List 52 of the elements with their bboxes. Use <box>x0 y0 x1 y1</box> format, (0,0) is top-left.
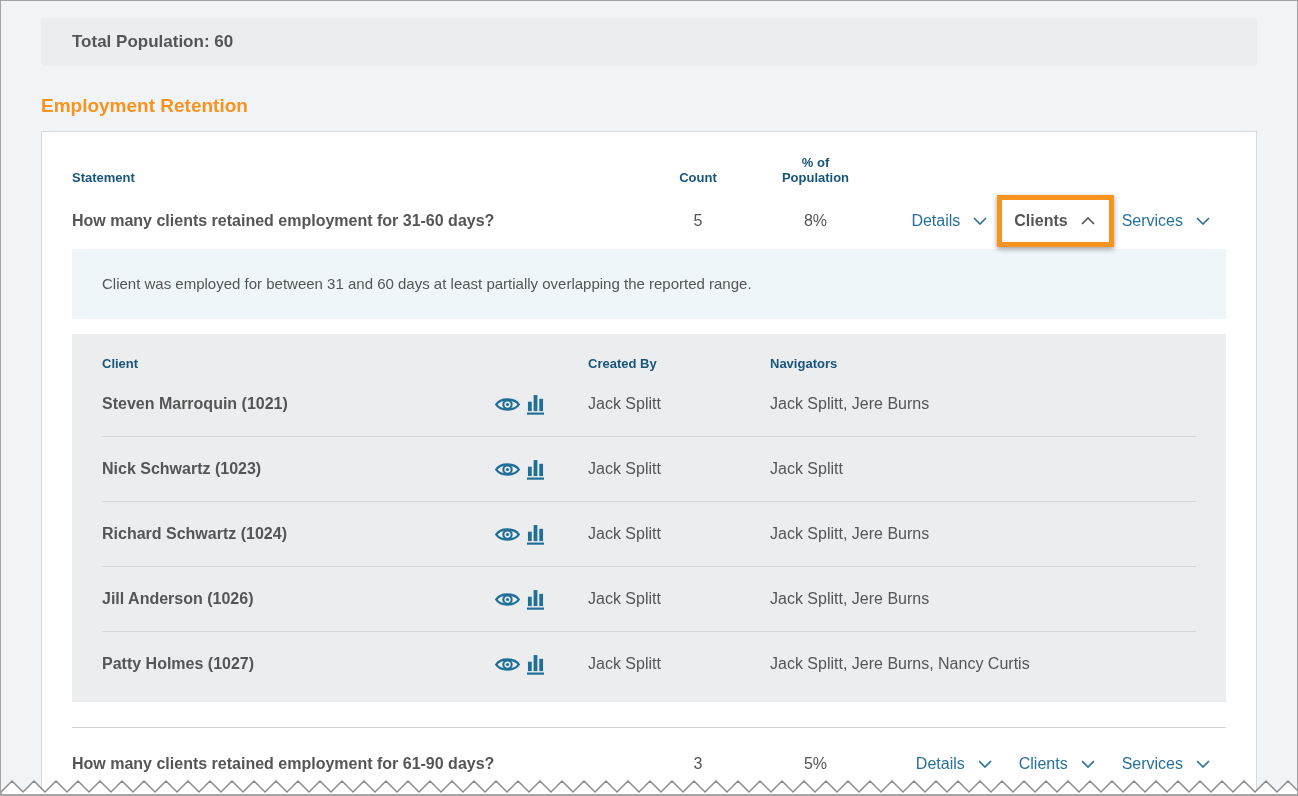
count-value: 3 <box>693 754 703 774</box>
chevron-up-icon <box>1080 217 1095 225</box>
creator-name: Jack Splitt <box>588 524 661 544</box>
navigator-names: Jack Splitt, Jere Burns <box>770 589 930 609</box>
percent-value: 8% <box>803 211 828 231</box>
column-header: Client <box>102 356 139 372</box>
chevron-down-icon <box>977 760 992 768</box>
creator-name: Jack Splitt <box>588 394 661 414</box>
navigator-names: Jack Splitt, Jere Burns <box>770 394 930 414</box>
eye-icon[interactable] <box>495 655 520 673</box>
statement-text: How many clients retained employment for 31-60 days? <box>72 211 496 231</box>
bar-chart-icon[interactable] <box>527 588 544 610</box>
client-name: Jill Anderson (1026) <box>102 589 254 609</box>
navigator-names: Jack Splitt, Jere Burns, Nancy Curtis <box>770 654 1030 674</box>
eye-icon[interactable] <box>495 395 520 413</box>
client-name: Richard Schwartz (1024) <box>102 524 287 544</box>
column-header: Count <box>679 170 717 185</box>
toggle-button[interactable]: Services <box>1121 211 1210 231</box>
eye-icon[interactable] <box>495 525 520 543</box>
percent-value: 5% <box>803 754 828 774</box>
column-header: Statement <box>72 170 135 185</box>
client-name: Patty Holmes (1027) <box>102 654 255 674</box>
eye-icon[interactable] <box>495 460 520 478</box>
statement-text: How many clients retained employment for 61-90 days? <box>72 754 496 774</box>
column-header: % of Population <box>780 155 851 185</box>
total-population-label: Total Population: 60 <box>72 31 234 54</box>
navigator-names: Jack Splitt, Jere Burns <box>770 524 930 544</box>
toggle-button[interactable]: Services <box>1121 754 1210 774</box>
creator-name: Jack Splitt <box>588 589 661 609</box>
navigator-names: Jack Splitt <box>770 459 843 479</box>
toggle-button[interactable]: Clients <box>997 195 1114 247</box>
description-text: Client was employed for between 31 and 60 days at least partially overlapping the reported range. <box>102 273 752 294</box>
creator-name: Jack Splitt <box>588 459 661 479</box>
chevron-down-icon <box>1196 760 1210 768</box>
chevron-down-icon <box>1080 760 1095 768</box>
toggle-button[interactable]: Details <box>911 211 988 231</box>
chevron-down-icon <box>1196 217 1210 225</box>
bar-chart-icon[interactable] <box>527 653 544 675</box>
client-name: Steven Marroquin (1021) <box>102 394 288 414</box>
column-header: Navigators <box>770 356 838 372</box>
column-header: Created By <box>588 356 657 372</box>
bar-chart-icon[interactable] <box>527 393 544 415</box>
bar-chart-icon[interactable] <box>527 523 544 545</box>
bar-chart-icon[interactable] <box>527 458 544 480</box>
toggle-button[interactable]: Details <box>915 754 992 774</box>
chevron-down-icon <box>973 217 988 225</box>
client-name: Nick Schwartz (1023) <box>102 459 262 479</box>
section-title: Employment Retention <box>41 94 248 118</box>
eye-icon[interactable] <box>495 590 520 608</box>
toggle-button[interactable]: Clients <box>1018 754 1095 774</box>
count-value: 5 <box>693 211 703 231</box>
creator-name: Jack Splitt <box>588 654 661 674</box>
